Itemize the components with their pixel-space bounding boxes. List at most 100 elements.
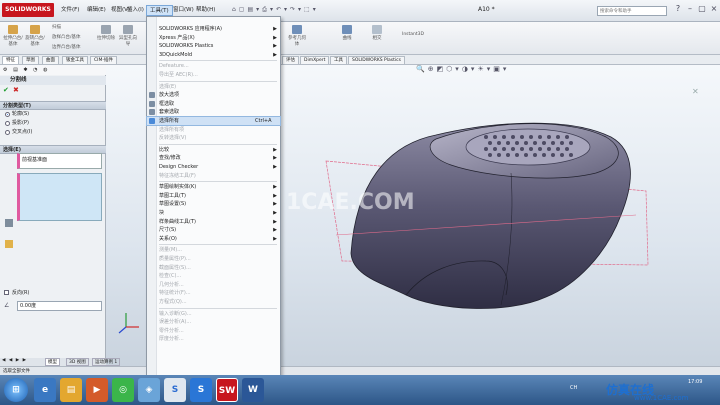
- menu-item[interactable]: 测量(M)...: [147, 246, 280, 254]
- sweep-button[interactable]: 扫描: [52, 24, 92, 30]
- start-button-icon[interactable]: ⊞: [4, 378, 28, 402]
- menu-item[interactable]: 3DQuickMold ▶: [147, 51, 280, 59]
- boundary-boss-button[interactable]: 边界凸台/基体: [52, 44, 92, 50]
- radio-silhouette[interactable]: 轮廓(S): [0, 110, 106, 119]
- radio-intersection[interactable]: 交叉点(I): [0, 128, 106, 137]
- menu-item[interactable]: 选择(E): [147, 83, 280, 91]
- menu-item[interactable]: 选择所有 Ctrl+A: [146, 116, 281, 126]
- solidworks-taskbar-icon[interactable]: SW: [216, 378, 238, 402]
- menu-item[interactable]: 框选取: [147, 100, 280, 108]
- menu-separator: [159, 181, 277, 183]
- menu-item[interactable]: 草图工具(T) ▶: [147, 192, 280, 200]
- menu-item[interactable]: 放大选项: [147, 91, 280, 99]
- restore-icon[interactable]: ▢: [696, 3, 708, 15]
- word-icon[interactable]: W: [242, 378, 264, 402]
- loft-button[interactable]: 放样凸台/基体: [52, 34, 92, 40]
- intersect-button[interactable]: 相交: [366, 25, 388, 41]
- close-view-icon[interactable]: ✕: [692, 87, 699, 96]
- quick-access-icons[interactable]: ⌂▢▤▾⎙▾↶▾↷▾⬚▾: [232, 6, 319, 14]
- menu-item[interactable]: 几何分析...: [147, 281, 280, 289]
- menu-item[interactable]: 选择所有项: [147, 126, 280, 134]
- ok-button[interactable]: ✔: [3, 86, 9, 94]
- close-icon[interactable]: ×: [708, 3, 720, 15]
- menu-item[interactable]: 草图设置(S) ▶: [147, 200, 280, 208]
- s-app-icon[interactable]: S: [164, 378, 186, 402]
- tab-sheetmetal[interactable]: 钣金工具: [62, 56, 88, 64]
- folder-icon[interactable]: ▤: [60, 378, 82, 402]
- tab-motion-study[interactable]: 运动算例 1: [92, 358, 121, 366]
- menu-tools[interactable]: 工具(T): [146, 5, 173, 16]
- menu-edit[interactable]: 编辑(E): [84, 5, 109, 16]
- menu-file[interactable]: 文件(F): [58, 5, 82, 16]
- extrude-cut-button[interactable]: 拉伸切除: [95, 25, 117, 41]
- instant3d-button[interactable]: Instant3D: [398, 32, 428, 37]
- tab-dimxpert[interactable]: DimXpert: [300, 56, 330, 64]
- menu-item[interactable]: 套索选取: [147, 108, 280, 116]
- media-player-icon[interactable]: ▶: [86, 378, 108, 402]
- radio-projection[interactable]: 投影(P): [0, 119, 106, 128]
- menu-item[interactable]: 方程式(Q)...: [147, 298, 280, 306]
- tab-3d-view[interactable]: 3D 视图: [66, 358, 89, 366]
- menu-item[interactable]: Design Checker ▶: [147, 163, 280, 171]
- tab-sketch[interactable]: 草图: [22, 56, 39, 64]
- help-icon[interactable]: ?: [672, 3, 684, 15]
- skype-icon[interactable]: S: [190, 378, 212, 402]
- app-icon[interactable]: ◈: [138, 378, 160, 402]
- solidworks-logo[interactable]: SOLIDWORKS: [2, 3, 54, 17]
- menu-item[interactable]: Xpress 产品(X) ▶: [147, 34, 280, 42]
- ie-icon[interactable]: e: [34, 378, 56, 402]
- cancel-button[interactable]: ✖: [13, 86, 19, 94]
- curves-button[interactable]: 曲线: [336, 25, 358, 41]
- menu-item[interactable]: 比较 ▶: [147, 146, 280, 154]
- view-triad[interactable]: [118, 313, 139, 334]
- tab-features[interactable]: 特征: [2, 56, 19, 64]
- reverse-checkbox[interactable]: [4, 290, 9, 295]
- menu-item[interactable]: 零件分析...: [147, 327, 280, 335]
- clock[interactable]: 17:09: [688, 379, 702, 385]
- split-by-field[interactable]: 前视基准面: [17, 153, 102, 169]
- menu-item[interactable]: 块 ▶: [147, 209, 280, 217]
- menu-item[interactable]: Defeature...: [147, 62, 280, 70]
- angle-input[interactable]: 0.00度: [17, 301, 102, 311]
- menu-item[interactable]: 反转选择(V): [147, 134, 280, 142]
- menu-item[interactable]: 质量属性(P)...: [147, 255, 280, 263]
- tab-tools[interactable]: 工具: [330, 56, 347, 64]
- cut-icon: [101, 25, 111, 34]
- search-input[interactable]: 搜索命令和助手: [597, 6, 667, 16]
- tab-nav-arrows[interactable]: ◀ ◀ ▶ ▶: [2, 358, 27, 363]
- button-pad[interactable]: [465, 128, 591, 166]
- reference-geometry-button[interactable]: 参考几何体: [286, 25, 308, 47]
- menu-item[interactable]: 检查(C)...: [147, 272, 280, 280]
- chrome-icon[interactable]: ◎: [112, 378, 134, 402]
- menu-item[interactable]: SOLIDWORKS 应用程序(A) ▶: [147, 25, 280, 33]
- tab-surface[interactable]: 曲面: [42, 56, 59, 64]
- faces-to-split-field[interactable]: [17, 173, 102, 221]
- menu-item[interactable]: 样条曲线工具(T) ▶: [147, 218, 280, 226]
- tab-cim[interactable]: CIM-插件: [90, 56, 117, 64]
- menu-item[interactable]: SOLIDWORKS Plastics ▶: [147, 42, 280, 50]
- menu-item[interactable]: 厚度分析...: [147, 335, 280, 343]
- tab-plastics[interactable]: SOLIDWORKS Plastics: [348, 56, 405, 64]
- tab-model[interactable]: 模型: [45, 358, 60, 366]
- minimize-icon[interactable]: –: [684, 3, 696, 15]
- menu-item[interactable]: 草图绘制实体(K) ▶: [147, 183, 280, 191]
- menu-insert[interactable]: 插入(I): [124, 5, 147, 16]
- menu-help[interactable]: 帮助(H): [193, 5, 218, 16]
- menu-item[interactable]: 关系(O) ▶: [147, 235, 280, 243]
- menu-item[interactable]: 输入诊断(G)...: [147, 310, 280, 318]
- manager-tabs[interactable]: ⚙ ▤ ✱ ◔ ◍: [0, 65, 106, 75]
- revolve-boss-button[interactable]: 旋转凸台/基体: [24, 25, 46, 47]
- menu-item[interactable]: 特征统计(F)...: [147, 289, 280, 297]
- menu-item-label: 样条曲线工具(T): [159, 218, 196, 225]
- extrude-boss-button[interactable]: 拉伸凸台/基体: [2, 25, 24, 47]
- menu-item[interactable]: 特征冻结工具(F): [147, 172, 280, 180]
- menu-item[interactable]: 导出至 AEC(R)...: [147, 71, 280, 79]
- split-type-header[interactable]: 分割类型(T): [0, 101, 106, 110]
- menu-item[interactable]: 查找/修改 ▶: [147, 154, 280, 162]
- tab-evaluate[interactable]: 评估: [282, 56, 299, 64]
- menu-item[interactable]: 截面属性(S)...: [147, 264, 280, 272]
- menu-item[interactable]: 尺寸(S) ▶: [147, 226, 280, 234]
- hole-wizard-button[interactable]: 异型孔向导: [117, 25, 139, 47]
- menu-item[interactable]: 误差分析(A)...: [147, 318, 280, 326]
- language-indicator[interactable]: CH: [570, 385, 577, 391]
